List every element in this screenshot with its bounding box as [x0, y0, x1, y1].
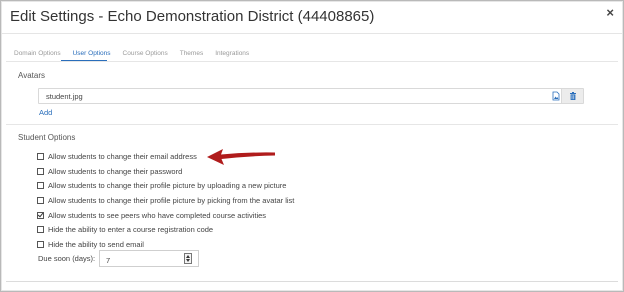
delete-avatar-button[interactable] [561, 89, 583, 103]
option-row-hide-registration-code: Hide the ability to enter a course regis… [37, 224, 213, 235]
settings-tabs: Domain Options User Options Course Optio… [14, 48, 261, 62]
footer-divider [6, 281, 618, 282]
tab-integrations[interactable]: Integrations [215, 48, 249, 62]
option-row-see-peers: Allow students to see peers who have com… [37, 210, 266, 221]
due-soon-label: Due soon (days): [38, 254, 96, 263]
checkbox-pick-avatar[interactable] [37, 197, 44, 204]
checkbox-change-password[interactable] [37, 168, 44, 175]
checkbox-hide-registration-code[interactable] [37, 226, 44, 233]
tab-course-options[interactable]: Course Options [123, 48, 168, 62]
option-label: Allow students to see peers who have com… [48, 211, 267, 220]
trash-icon [570, 92, 576, 100]
student-options-heading: Student Options [18, 133, 76, 142]
dialog-title: Edit Settings - Echo Demonstration Distr… [10, 8, 375, 25]
red-arrow-annotation [207, 149, 275, 165]
due-soon-stepper[interactable] [184, 253, 192, 264]
avatar-file-name: student.jpg [46, 92, 83, 101]
avatars-heading: Avatars [18, 71, 45, 80]
option-label: Allow students to change their email add… [48, 152, 197, 161]
option-label: Allow students to change their profile p… [48, 196, 295, 205]
close-button[interactable]: × [606, 5, 614, 20]
option-label: Allow students to change their password [48, 167, 183, 176]
header-divider [1, 33, 623, 34]
tab-domain-options[interactable]: Domain Options [14, 48, 61, 62]
option-row-pick-avatar: Allow students to change their profile p… [37, 195, 294, 206]
option-label: Hide the ability to enter a course regis… [48, 225, 214, 234]
option-row-hide-send-email: Hide the ability to send email [37, 239, 144, 250]
tab-themes[interactable]: Themes [180, 48, 203, 62]
checkbox-change-email[interactable] [37, 153, 44, 160]
image-file-icon[interactable] [551, 91, 561, 101]
add-avatar-link[interactable]: Add [39, 108, 52, 117]
option-row-change-email: Allow students to change their email add… [37, 151, 197, 162]
option-label: Allow students to change their profile p… [48, 181, 287, 190]
option-row-upload-picture: Allow students to change their profile p… [37, 180, 286, 191]
option-row-change-password: Allow students to change their password [37, 166, 182, 177]
checkbox-upload-picture[interactable] [37, 182, 44, 189]
option-label: Hide the ability to send email [48, 240, 144, 249]
tabs-divider [6, 61, 618, 62]
avatar-file-field[interactable]: student.jpg [38, 88, 584, 104]
checkbox-hide-send-email[interactable] [37, 241, 44, 248]
section-divider [6, 124, 618, 125]
checkbox-see-peers[interactable] [37, 212, 44, 219]
